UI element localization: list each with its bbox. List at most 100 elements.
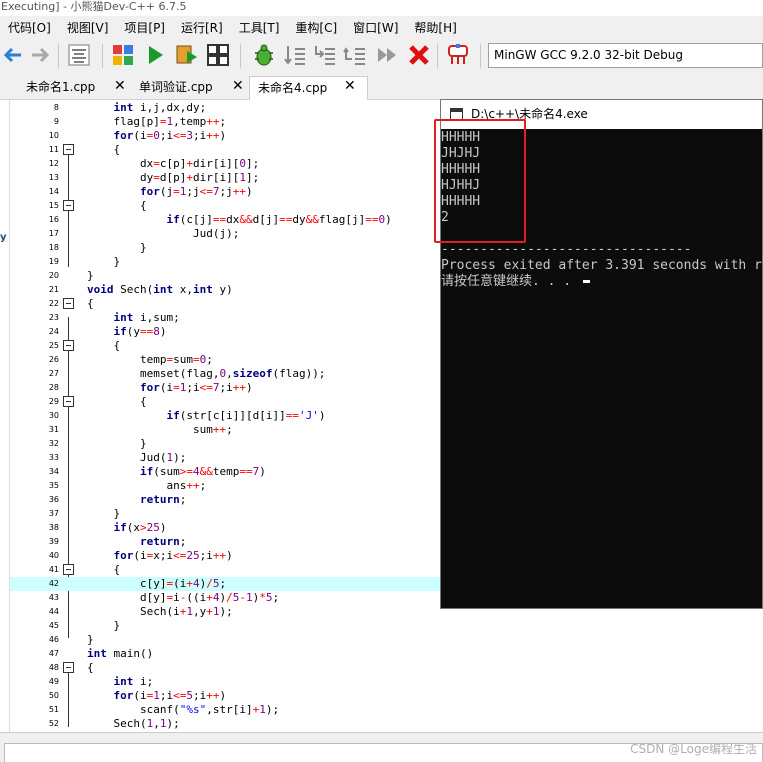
line-number: 28	[48, 383, 59, 392]
code-text: dx=c[p]+dir[i][0];	[87, 157, 260, 170]
menu-help[interactable]: 帮助[H]	[414, 19, 456, 36]
compiler-select[interactable]: MinGW GCC 9.2.0 32-bit Debug	[488, 43, 763, 68]
close-icon[interactable]: ✕	[232, 76, 244, 96]
line-number: 35	[48, 481, 59, 490]
menu-tools[interactable]: 工具[T]	[239, 19, 280, 36]
line-number: 11	[48, 145, 59, 154]
run-icon[interactable]	[142, 42, 168, 68]
code-line[interactable]: 48 {	[10, 661, 763, 675]
problem-set-icon[interactable]	[445, 42, 471, 68]
line-number: 16	[48, 215, 59, 224]
window-title: Executing] - 小熊猫Dev-C++ 6.7.5	[0, 0, 763, 16]
line-number: 52	[48, 719, 59, 728]
menu-run[interactable]: 运行[R]	[181, 19, 223, 36]
dev-cpp-window: Executing] - 小熊猫Dev-C++ 6.7.5 代码[O] 视图[V…	[0, 0, 763, 762]
close-icon[interactable]: ✕	[114, 76, 126, 96]
line-number: 41	[48, 565, 59, 574]
code-text: c[y]=(i+4)/5;	[87, 577, 227, 590]
menu-refactor[interactable]: 重构[C]	[295, 19, 337, 36]
fold-toggle-icon[interactable]	[63, 200, 74, 211]
line-number: 18	[48, 243, 59, 252]
code-text: for(j=1;j<=7;j++)	[139, 185, 253, 198]
code-text: for(i=1;i<=5;i++)	[113, 689, 227, 702]
line-number: 48	[48, 663, 59, 672]
line-number: 42	[48, 579, 59, 588]
code-line[interactable]: 45 }	[10, 619, 763, 633]
code-line[interactable]: 47 int main()	[10, 647, 763, 661]
menu-code[interactable]: 代码[O]	[8, 19, 51, 36]
code-text: if(str[c[i]][d[i]]=='J')	[166, 409, 326, 422]
fold-toggle-icon[interactable]	[63, 298, 74, 309]
forward-arrow-icon[interactable]	[27, 42, 53, 68]
menu-view[interactable]: 视图[V]	[67, 19, 109, 36]
back-arrow-icon[interactable]	[0, 42, 26, 68]
tab-label: 未命名1.cpp	[26, 80, 96, 94]
code-text: if(x>25)	[113, 521, 167, 534]
step-out-icon[interactable]	[342, 42, 368, 68]
console-line: 请按任意键继续. . .	[441, 274, 590, 290]
menu-window[interactable]: 窗口[W]	[353, 19, 398, 36]
code-text: {	[87, 143, 121, 156]
line-number: 20	[48, 271, 59, 280]
code-text: {	[87, 661, 94, 674]
line-number: 19	[48, 257, 59, 266]
code-line[interactable]: 49 int i;	[10, 675, 763, 689]
line-number: 34	[48, 467, 59, 476]
format-code-icon[interactable]	[66, 42, 92, 68]
fold-toggle-icon[interactable]	[63, 340, 74, 351]
code-text: ans++;	[87, 479, 207, 492]
compile-run-icon[interactable]	[174, 42, 200, 68]
debug-bug-icon[interactable]	[251, 42, 277, 68]
fold-toggle-icon[interactable]	[63, 662, 74, 673]
line-number: 21	[48, 285, 59, 294]
line-number: 43	[48, 593, 59, 602]
line-number: 32	[48, 439, 59, 448]
line-number: 9	[53, 117, 59, 126]
code-text: int main()	[87, 647, 154, 660]
code-text: flag[p]=1,temp++;	[87, 115, 227, 128]
code-text: {	[87, 199, 147, 212]
line-number: 36	[48, 495, 59, 504]
console-line: --------------------------------	[441, 242, 692, 257]
line-number: 17	[48, 229, 59, 238]
line-number: 44	[48, 607, 59, 616]
line-number: 23	[48, 313, 59, 322]
code-text: temp=sum=0;	[87, 353, 213, 366]
toolbar-separator	[437, 44, 438, 68]
close-icon[interactable]: ✕	[344, 76, 356, 96]
code-text: scanf("%s",str[i]+1);	[87, 703, 280, 716]
fold-toggle-icon[interactable]	[63, 396, 74, 407]
code-text: Jud(1);	[87, 451, 187, 464]
code-text: {	[87, 297, 94, 310]
stop-icon[interactable]	[406, 42, 432, 68]
toolbar-separator	[102, 44, 103, 68]
code-text: Sech(1,1);	[87, 717, 180, 730]
step-into-icon[interactable]	[312, 42, 338, 68]
code-line[interactable]: 46}	[10, 633, 763, 647]
fold-toggle-icon[interactable]	[63, 564, 74, 575]
code-text: {	[87, 395, 147, 408]
tab-file-2[interactable]: 单词验证.cpp	[131, 76, 248, 100]
rebuild-icon[interactable]	[205, 42, 231, 68]
continue-icon[interactable]	[374, 42, 400, 68]
line-number: 49	[48, 677, 59, 686]
fold-toggle-icon[interactable]	[63, 144, 74, 155]
compile-icon[interactable]	[110, 42, 136, 68]
line-number: 12	[48, 159, 59, 168]
code-text: if(sum>=4&&temp==7)	[139, 465, 266, 478]
line-number: 38	[48, 523, 59, 532]
line-number: 15	[48, 201, 59, 210]
line-number: 22	[48, 299, 59, 308]
line-number: 39	[48, 537, 59, 546]
step-over-icon[interactable]	[282, 42, 308, 68]
code-text: if(y==8)	[113, 325, 167, 338]
code-line[interactable]: 50 for(i=1;i<=5;i++)	[10, 689, 763, 703]
code-text: }	[87, 507, 121, 520]
code-line[interactable]: 52 Sech(1,1);	[10, 717, 763, 731]
code-line[interactable]: 51 scanf("%s",str[i]+1);	[10, 703, 763, 717]
tab-label: 未命名4.cpp	[258, 81, 328, 95]
code-text: for(i=1;i<=7;i++)	[139, 381, 253, 394]
menu-project[interactable]: 项目[P]	[124, 19, 165, 36]
line-number: 14	[48, 187, 59, 196]
line-number: 24	[48, 327, 59, 336]
